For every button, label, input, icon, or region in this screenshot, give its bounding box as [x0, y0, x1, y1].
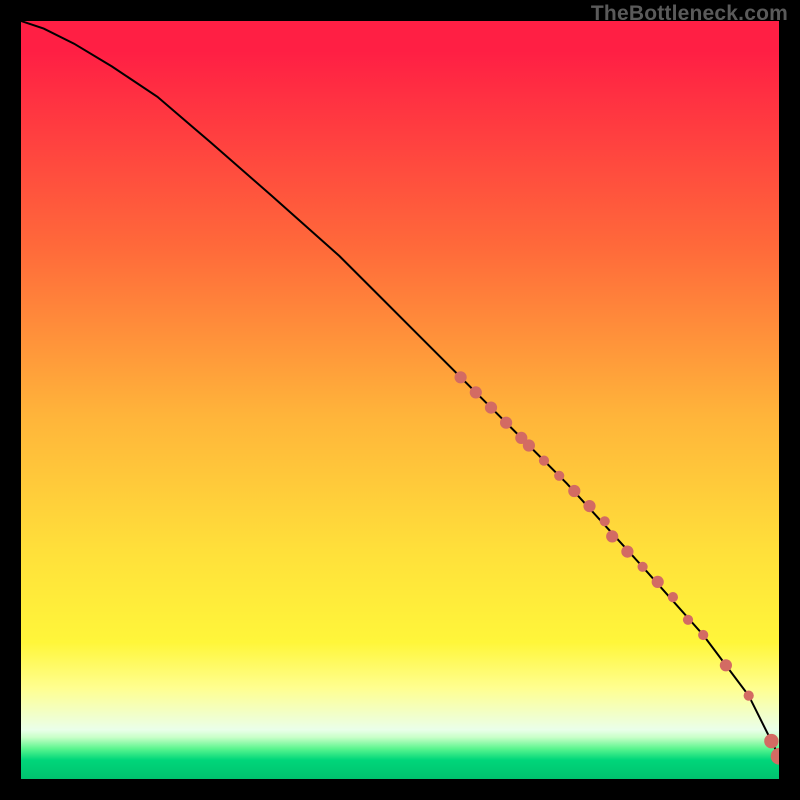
curve-marker	[539, 456, 549, 466]
curve-path	[21, 21, 779, 756]
curve-marker	[683, 615, 693, 625]
curve-marker	[764, 734, 778, 748]
curve-marker	[638, 562, 648, 572]
curve-marker	[500, 417, 512, 429]
curve-marker	[568, 485, 580, 497]
chart-stage: TheBottleneck.com	[0, 0, 800, 800]
curve-marker	[600, 516, 610, 526]
curve-marker	[744, 691, 754, 701]
curve-marker	[720, 659, 732, 671]
curve-marker	[652, 576, 664, 588]
plot-area	[21, 21, 779, 779]
curve-marker	[621, 546, 633, 558]
curve-marker	[668, 592, 678, 602]
curve-marker	[470, 386, 482, 398]
curve-marker	[523, 439, 535, 451]
curve-markers	[455, 371, 780, 764]
performance-curve	[21, 21, 779, 756]
curve-marker	[554, 471, 564, 481]
attribution-watermark: TheBottleneck.com	[591, 2, 788, 26]
curve-marker	[698, 630, 708, 640]
curve-marker	[771, 748, 779, 765]
curve-marker	[583, 500, 595, 512]
curve-marker	[455, 371, 467, 383]
chart-svg	[21, 21, 779, 779]
curve-marker	[606, 530, 618, 542]
curve-marker	[485, 402, 497, 414]
